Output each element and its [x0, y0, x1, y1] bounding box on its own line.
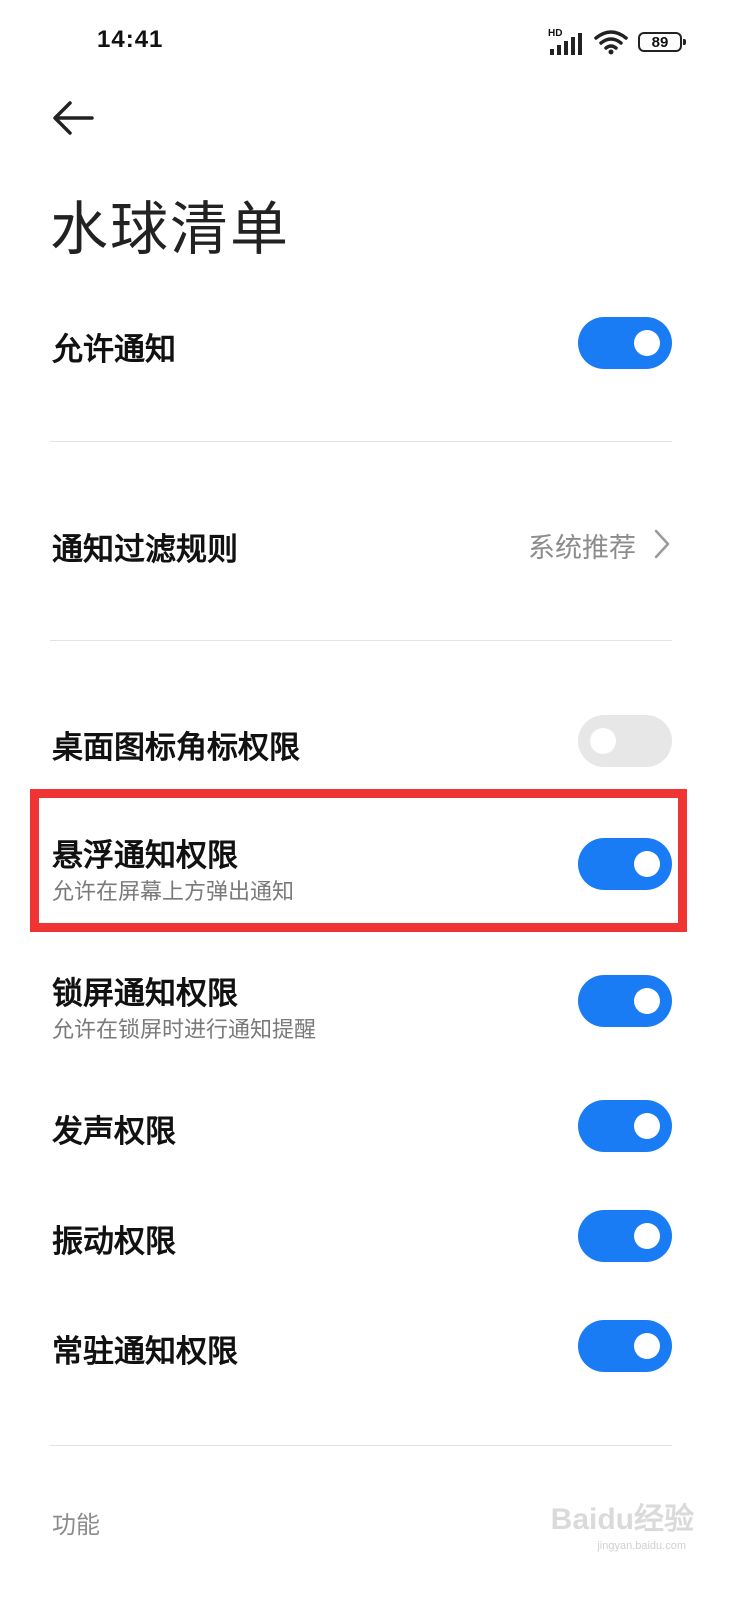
setting-label: 通知过滤规则 — [52, 532, 238, 568]
sound-permission-toggle[interactable] — [578, 1100, 672, 1152]
filter-rule-value: 系统推荐 — [528, 533, 636, 564]
divider — [50, 441, 672, 442]
divider — [50, 1445, 672, 1446]
battery-level: 89 — [651, 33, 669, 51]
vibration-permission-toggle[interactable] — [578, 1210, 672, 1262]
setting-subtitle: 允许在锁屏时进行通知提醒 — [52, 1018, 317, 1043]
status-time: 14:41 — [97, 26, 164, 53]
badge-permission-toggle[interactable] — [578, 715, 672, 767]
watermark-url: jingyan.baidu.com — [597, 1540, 686, 1552]
section-label: 功能 — [52, 1511, 100, 1539]
arrow-left-icon — [53, 101, 94, 135]
lockscreen-notification-toggle[interactable] — [578, 975, 672, 1027]
setting-persistent-notification[interactable]: 常驻通知权限 — [52, 1320, 672, 1374]
status-icons: HD 89 — [548, 26, 686, 58]
floating-notification-toggle[interactable] — [578, 838, 672, 890]
setting-label: 锁屏通知权限 — [52, 976, 238, 1012]
allow-notifications-toggle[interactable] — [578, 317, 672, 369]
setting-sound-permission[interactable]: 发声权限 — [52, 1100, 672, 1154]
setting-label: 悬浮通知权限 — [52, 838, 238, 874]
setting-badge-permission[interactable]: 桌面图标角标权限 — [52, 714, 672, 768]
setting-floating-notification[interactable]: 悬浮通知权限 允许在屏幕上方弹出通知 — [52, 828, 672, 908]
setting-lockscreen-notification[interactable]: 锁屏通知权限 允许在锁屏时进行通知提醒 — [52, 966, 672, 1046]
setting-notification-filter-rules[interactable]: 通知过滤规则 系统推荐 — [52, 522, 672, 568]
setting-label: 常驻通知权限 — [52, 1334, 238, 1370]
chevron-right-icon — [654, 529, 670, 559]
setting-label: 发声权限 — [52, 1114, 176, 1150]
battery-icon: 89 — [638, 32, 686, 52]
setting-label: 振动权限 — [52, 1224, 176, 1260]
status-bar: 14:41 HD 89 — [0, 0, 738, 90]
watermark-logo: Baidu经验 — [550, 1503, 694, 1536]
persistent-notification-toggle[interactable] — [578, 1320, 672, 1372]
page-title: 水球清单 — [50, 195, 291, 263]
setting-vibration-permission[interactable]: 振动权限 — [52, 1210, 672, 1264]
setting-allow-notifications[interactable]: 允许通知 — [52, 316, 672, 370]
setting-subtitle: 允许在屏幕上方弹出通知 — [52, 880, 295, 905]
setting-label: 允许通知 — [52, 332, 176, 368]
wifi-icon — [594, 30, 628, 55]
signal-icon: HD — [548, 28, 584, 56]
back-button[interactable] — [50, 98, 96, 138]
divider — [50, 640, 672, 641]
setting-label: 桌面图标角标权限 — [52, 730, 300, 766]
